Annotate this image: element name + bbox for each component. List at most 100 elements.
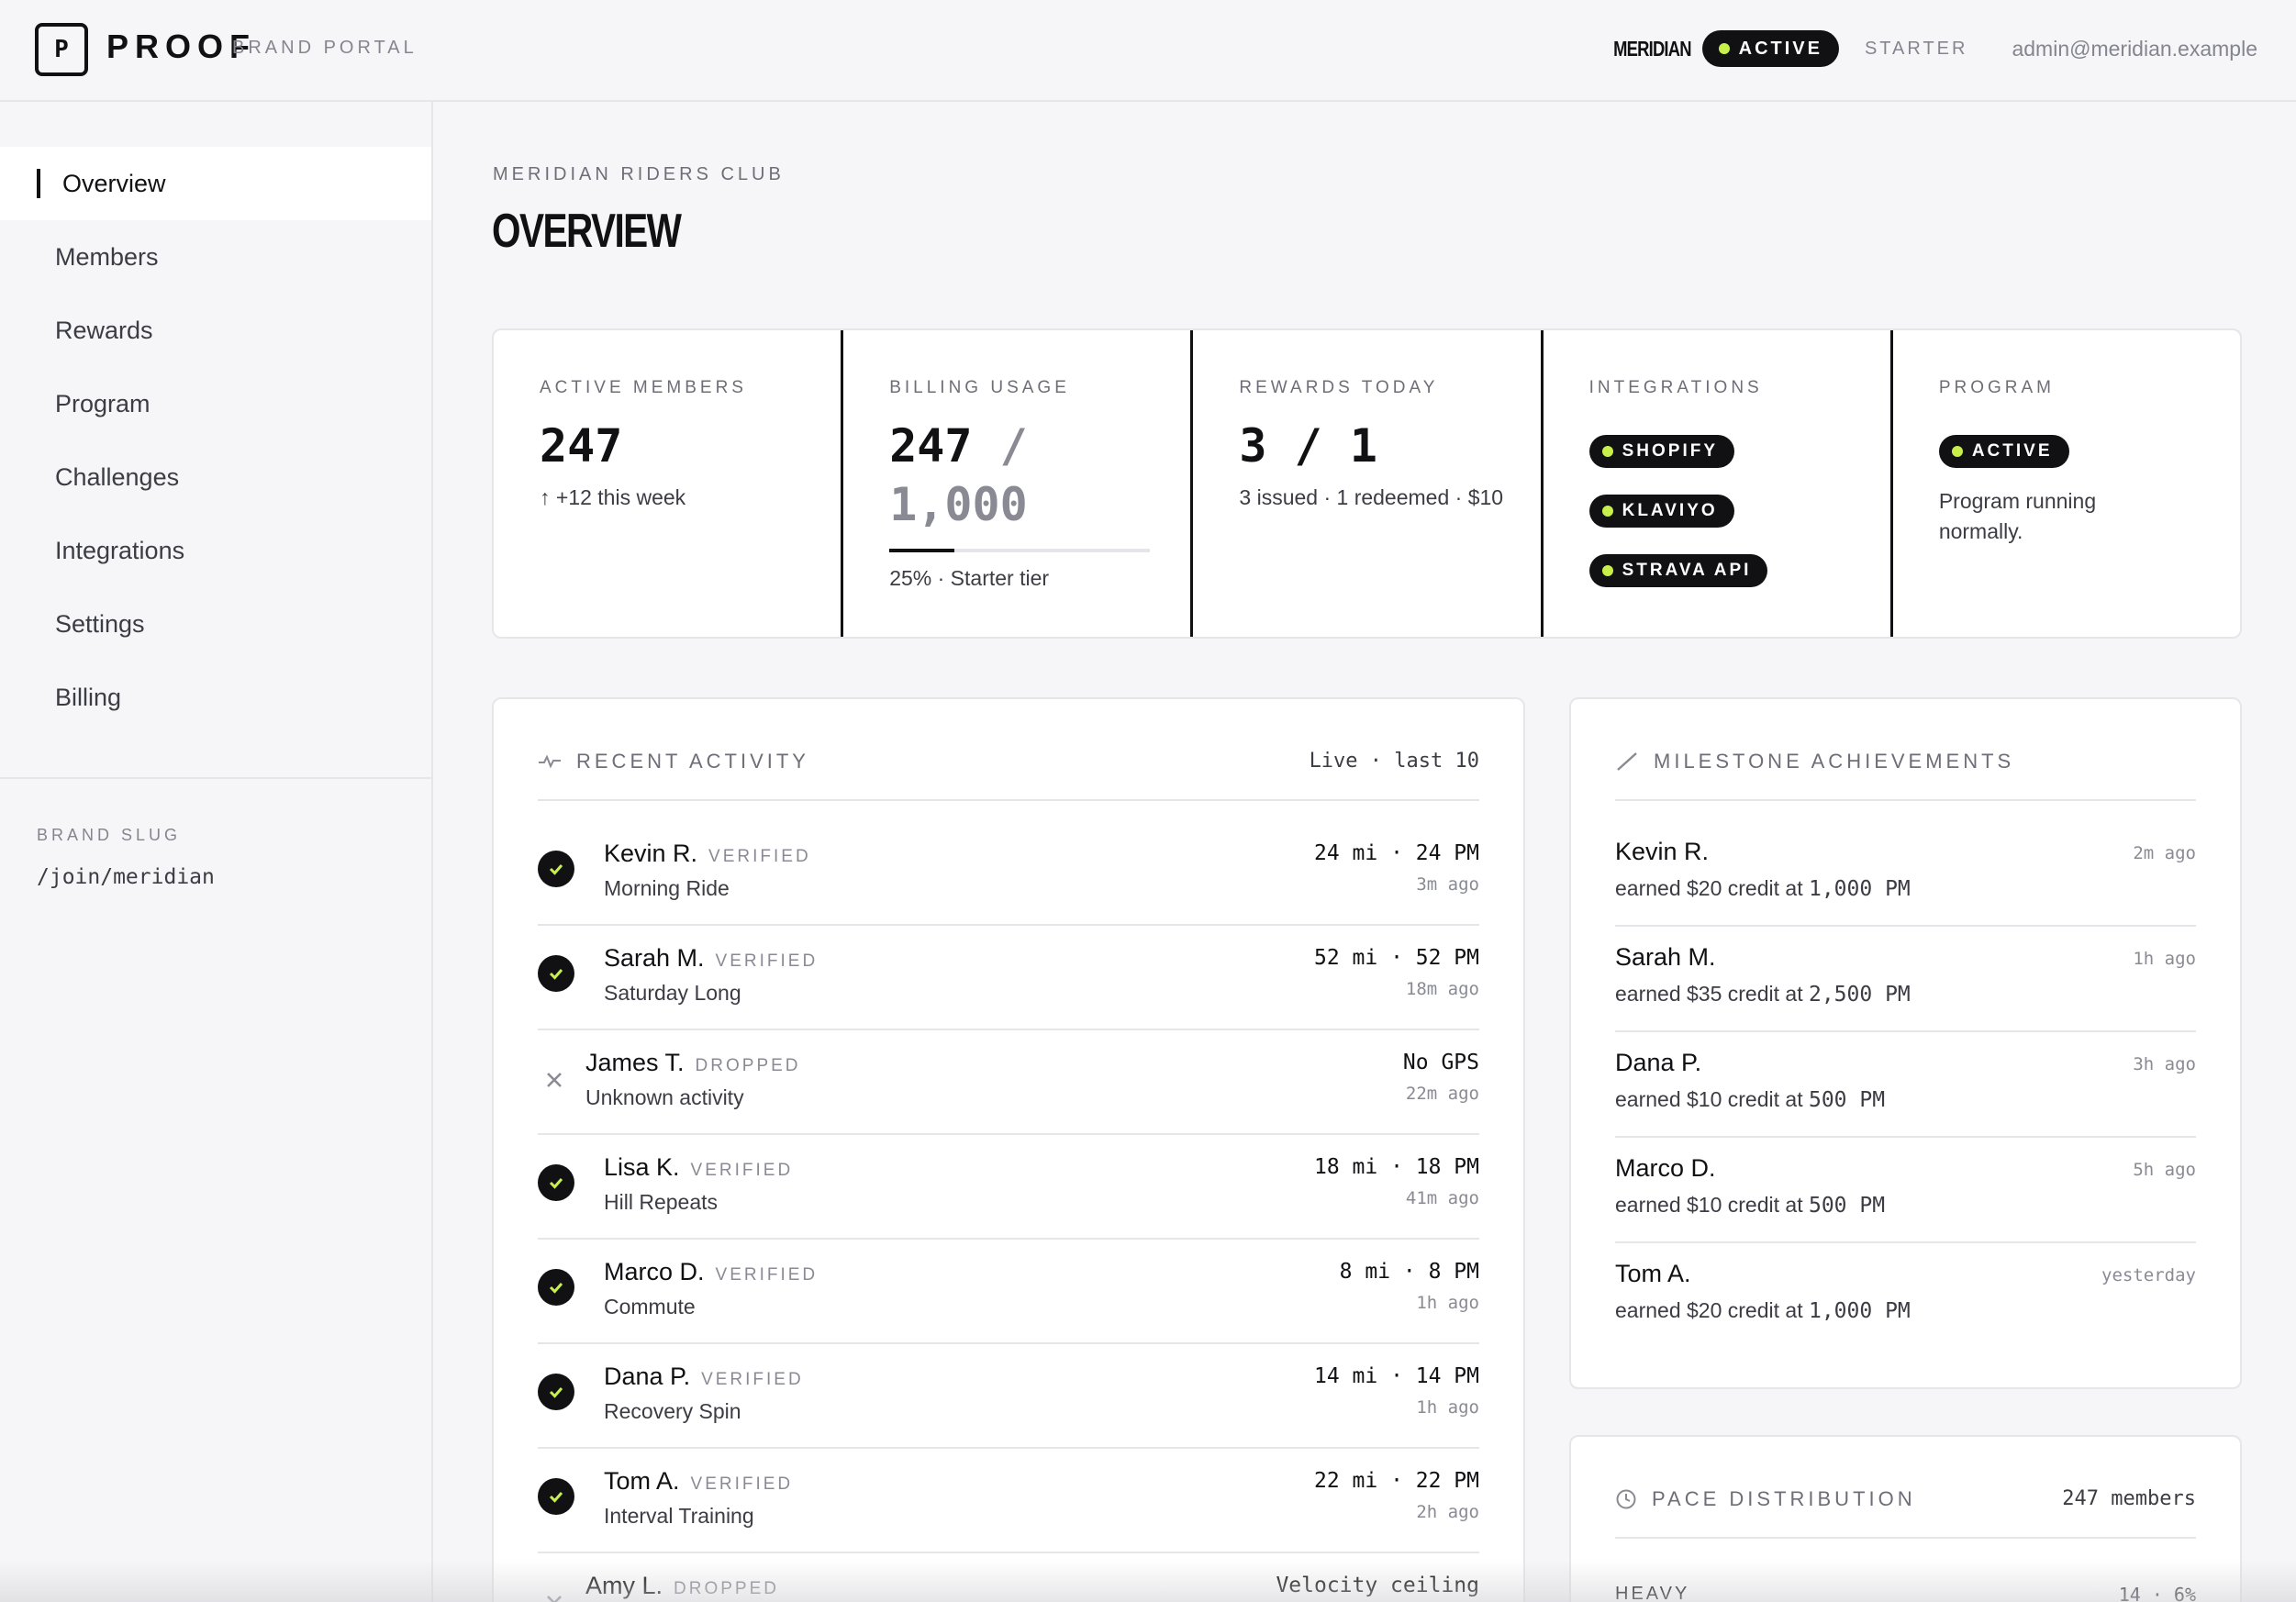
sidebar-item-settings[interactable]: Settings xyxy=(0,587,431,661)
activity-member-name: Tom A. VERIFIED xyxy=(604,1467,793,1496)
status-dot-icon xyxy=(1718,43,1730,54)
brand-name: MERIDIAN xyxy=(1613,36,1691,61)
status-dot-icon xyxy=(1601,506,1613,517)
sidebar-item-members[interactable]: Members xyxy=(0,220,431,294)
check-icon xyxy=(538,1269,574,1306)
member-name: Sarah M. xyxy=(604,944,705,972)
stat-label: REWARDS TODAY xyxy=(1239,378,1439,397)
activity-row[interactable]: Kevin R. VERIFIED Morning Ride 24 mi · 24 P… xyxy=(538,821,1479,926)
club-name: MERIDIAN RIDERS CLUB xyxy=(493,164,785,184)
activity-row[interactable]: Sarah M. VERIFIED Saturday Long 52 mi · 52 … xyxy=(538,926,1479,1030)
stat-label: ACTIVE MEMBERS xyxy=(540,378,747,397)
milestone-desc-text: earned $35 credit at xyxy=(1615,982,1809,1006)
activity-row[interactable]: Dana P. VERIFIED Recovery Spin 14 mi · 14 P… xyxy=(538,1344,1479,1449)
logo-letter: P xyxy=(54,36,69,63)
integration-badge-strava[interactable]: STRAVA API xyxy=(1588,554,1768,587)
clock-icon xyxy=(1616,1489,1636,1508)
panel-meta: Live · last 10 xyxy=(1309,750,1479,773)
sidebar-divider xyxy=(0,777,431,779)
activity-row[interactable]: Tom A. VERIFIED Interval Training 22 mi · 2… xyxy=(538,1449,1479,1553)
panel-title-text: MILESTONE ACHIEVEMENTS xyxy=(1654,749,2015,773)
pace-row-value: 14 · 6% xyxy=(2118,1584,2196,1602)
activity-row[interactable]: Marco D. VERIFIED Commute 8 mi · 8 PM 1h ago xyxy=(538,1240,1479,1344)
member-name: Lisa K. xyxy=(604,1153,680,1181)
integration-list: SHOPIFY KLAVIYO STRAVA API xyxy=(1588,435,1768,587)
integration-badge-klaviyo[interactable]: KLAVIYO xyxy=(1588,495,1734,528)
check-icon xyxy=(538,1478,574,1515)
activity-row[interactable]: Amy L. DROPPED Velocity ceiling xyxy=(538,1553,1479,1602)
user-email[interactable]: admin@meridian.example xyxy=(2012,37,2257,61)
member-name: Tom A. xyxy=(1615,1260,1691,1287)
pace-distribution-panel: PACE DISTRIBUTION 247 members HEAVY 14 ·… xyxy=(1569,1435,2242,1602)
activity-value: No GPS xyxy=(1402,1051,1479,1074)
activity-value: 24 mi · 24 PM xyxy=(1313,841,1479,865)
panel-title: PACE DISTRIBUTION xyxy=(1615,1463,1916,1511)
activity-time: 22m ago xyxy=(1405,1084,1479,1104)
billing-used: 247 xyxy=(889,419,973,473)
activity-status: VERIFIED xyxy=(715,951,819,971)
milestone-description: earned $20 credit at 1,000 PM xyxy=(1615,1298,1911,1323)
stats-row: ACTIVE MEMBERS 247 ↑ +12 this week BILLI… xyxy=(492,328,2242,639)
sidebar-item-rewards[interactable]: Rewards xyxy=(0,294,431,367)
pulse-icon xyxy=(539,754,561,768)
activity-title: Morning Ride xyxy=(604,876,730,900)
sidebar-item-billing[interactable]: Billing xyxy=(0,661,431,734)
brand-slug-value[interactable]: /join/meridian xyxy=(37,865,215,889)
activity-time: 1h ago xyxy=(1416,1397,1479,1418)
activity-status: VERIFIED xyxy=(708,847,811,866)
activity-status: VERIFIED xyxy=(715,1265,819,1285)
status-dot-icon xyxy=(1951,446,1963,457)
active-members-delta: ↑ +12 this week xyxy=(540,485,686,509)
check-icon xyxy=(538,1374,574,1410)
program-status-wrap: ACTIVE xyxy=(1938,435,2069,468)
billing-usage-value: 247 / 1,000 xyxy=(889,417,1028,534)
integration-badge-shopify[interactable]: SHOPIFY xyxy=(1588,435,1735,468)
activity-title: Unknown activity xyxy=(585,1085,744,1109)
sidebar-item-overview[interactable]: Overview xyxy=(0,147,431,220)
activity-value: 18 mi · 18 PM xyxy=(1313,1155,1479,1179)
milestone-desc-value: 500 PM xyxy=(1808,1088,1886,1112)
milestone-row[interactable]: Sarah M. earned $35 credit at 2,500 PM 1h … xyxy=(1615,927,2196,1032)
activity-member-name: James T. DROPPED xyxy=(585,1049,801,1077)
program-status-label: ACTIVE xyxy=(1971,441,2053,461)
milestone-row[interactable]: Kevin R. earned $20 credit at 1,000 PM 2m … xyxy=(1615,821,2196,927)
stat-label: BILLING USAGE xyxy=(889,378,1070,397)
milestone-time: 1h ago xyxy=(2133,949,2196,969)
stat-active-members: ACTIVE MEMBERS 247 ↑ +12 this week xyxy=(494,330,844,637)
integration-label: KLAVIYO xyxy=(1622,501,1718,520)
check-icon xyxy=(538,955,574,992)
activity-row[interactable]: James T. DROPPED Unknown activity No GPS 22m… xyxy=(538,1030,1479,1135)
pace-row-label: HEAVY xyxy=(1615,1584,1690,1602)
billing-usage-note: 25% · Starter tier xyxy=(889,566,1050,590)
stat-program: PROGRAM ACTIVE Program running normally. xyxy=(1893,330,2240,637)
logo-mark[interactable]: P xyxy=(35,23,88,76)
sidebar-item-integrations[interactable]: Integrations xyxy=(0,514,431,587)
activity-status: DROPPED xyxy=(674,1579,779,1598)
sidebar-item-program[interactable]: Program xyxy=(0,367,431,440)
activity-time: 2h ago xyxy=(1416,1502,1479,1522)
activity-time: 18m ago xyxy=(1405,979,1479,999)
member-name: Dana P. xyxy=(1615,1049,1702,1076)
stat-label: INTEGRATIONS xyxy=(1588,378,1763,397)
activity-row[interactable]: Lisa K. VERIFIED Hill Repeats 18 mi · 18 PM… xyxy=(538,1135,1479,1240)
sidebar-item-challenges[interactable]: Challenges xyxy=(0,440,431,514)
activity-title: Commute xyxy=(604,1295,696,1318)
activity-title: Saturday Long xyxy=(604,981,741,1005)
rewards-today-note: 3 issued · 1 redeemed · $10 xyxy=(1239,485,1504,509)
activity-time: 41m ago xyxy=(1405,1188,1479,1208)
active-members-value: 247 xyxy=(540,419,623,473)
activity-value: 8 mi · 8 PM xyxy=(1339,1260,1479,1284)
activity-value: 52 mi · 52 PM xyxy=(1313,946,1479,970)
milestone-row[interactable]: Dana P. earned $10 credit at 500 PM 3h ago xyxy=(1615,1032,2196,1138)
milestone-row[interactable]: Marco D. earned $10 credit at 500 PM 5h ag… xyxy=(1615,1138,2196,1243)
stat-integrations: INTEGRATIONS SHOPIFY KLAVIYO STRAVA API xyxy=(1544,330,1893,637)
milestone-row[interactable]: Tom A. earned $20 credit at 1,000 PM yeste… xyxy=(1615,1243,2196,1349)
check-icon xyxy=(538,851,574,887)
billing-separator: / xyxy=(999,419,1028,473)
milestone-time: 3h ago xyxy=(2133,1054,2196,1074)
activity-status: VERIFIED xyxy=(701,1370,804,1389)
integration-label: SHOPIFY xyxy=(1622,441,1719,461)
member-name: Marco D. xyxy=(1615,1154,1716,1182)
activity-status: VERIFIED xyxy=(690,1161,794,1180)
member-name: Kevin R. xyxy=(1615,838,1710,865)
